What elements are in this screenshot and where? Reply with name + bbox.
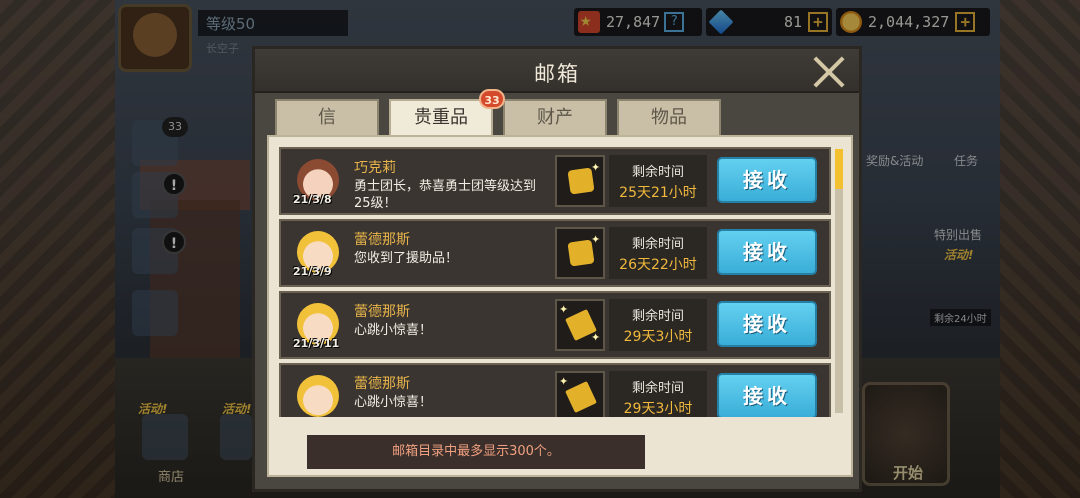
time-remaining-label: 剩余时间 — [631, 165, 684, 180]
mailbox-limit-notice: 邮箱目录中最多显示300个。 — [307, 435, 645, 469]
time-remaining-value: 29天3小时 — [623, 401, 693, 417]
time-remaining-label: 剩余时间 — [631, 237, 684, 252]
valuables-count-badge: 33 — [479, 89, 505, 109]
mail-message: 心跳小惊喜！ — [354, 323, 433, 338]
mail-message: 您收到了援助品！ — [354, 251, 459, 266]
mailbox-dialog: 邮箱 信 贵重品 财产 物品 33 21/3/8 巧克莉 勇士团长，恭喜勇士团等… — [252, 46, 862, 492]
scroll-ticket-icon: ✦ — [555, 371, 605, 417]
close-icon[interactable] — [811, 54, 847, 90]
time-remaining: 剩余时间 26天22小时 — [609, 227, 707, 279]
receive-button[interactable]: 接收 — [717, 301, 817, 347]
time-remaining-value: 29天3小时 — [623, 329, 693, 345]
receive-button[interactable]: 接收 — [717, 157, 817, 203]
mail-panel: 21/3/8 巧克莉 勇士团长，恭喜勇士团等级达到25级！ ✦ 剩余时间 25天… — [267, 135, 853, 477]
time-remaining-label: 剩余时间 — [631, 309, 684, 324]
mail-list-scrollbar[interactable] — [835, 149, 843, 413]
mail-message: 勇士团长，恭喜勇士团等级达到25级！ — [354, 179, 537, 211]
mail-date: 21/3/9 — [293, 265, 332, 278]
time-remaining: 剩余时间 25天21小时 — [609, 155, 707, 207]
tab-letters[interactable]: 信 — [275, 99, 379, 137]
mail-date: 21/3/11 — [293, 337, 340, 350]
time-remaining: 剩余时间 29天3小时 — [609, 371, 707, 417]
dialog-header: 邮箱 — [255, 49, 859, 93]
gift-box-icon: ✦ — [555, 227, 605, 279]
mail-item: 21/3/11 蕾德那斯 心跳小惊喜！ ✦ ✦ 剩余时间 29天3小时 接收 — [279, 291, 831, 359]
mail-sender: 蕾德那斯 — [354, 376, 410, 392]
dialog-title: 邮箱 — [534, 62, 580, 86]
time-remaining-value: 26天22小时 — [619, 257, 697, 273]
mail-item: 21/3/9 蕾德那斯 您收到了援助品！ ✦ 剩余时间 26天22小时 接收 — [279, 219, 831, 287]
time-remaining-value: 25天21小时 — [619, 185, 697, 201]
mail-sender: 蕾德那斯 — [354, 232, 410, 248]
mail-item: 蕾德那斯 心跳小惊喜！ ✦ 剩余时间 29天3小时 接收 — [279, 363, 831, 417]
gift-box-icon: ✦ — [555, 155, 605, 207]
receive-button[interactable]: 接收 — [717, 229, 817, 275]
tab-assets[interactable]: 财产 — [503, 99, 607, 137]
receive-button[interactable]: 接收 — [717, 373, 817, 417]
scrollbar-thumb[interactable] — [835, 149, 843, 189]
mail-sender: 蕾德那斯 — [354, 304, 410, 320]
sender-avatar — [291, 369, 345, 417]
scroll-ticket-icon: ✦ ✦ — [555, 299, 605, 351]
time-remaining: 剩余时间 29天3小时 — [609, 299, 707, 351]
mail-item: 21/3/8 巧克莉 勇士团长，恭喜勇士团等级达到25级！ ✦ 剩余时间 25天… — [279, 147, 831, 215]
mail-sender: 巧克莉 — [354, 160, 396, 176]
mail-list[interactable]: 21/3/8 巧克莉 勇士团长，恭喜勇士团等级达到25级！ ✦ 剩余时间 25天… — [279, 147, 831, 417]
tab-items[interactable]: 物品 — [617, 99, 721, 137]
mail-message: 心跳小惊喜！ — [354, 395, 433, 410]
time-remaining-label: 剩余时间 — [631, 381, 684, 396]
mail-date: 21/3/8 — [293, 193, 332, 206]
